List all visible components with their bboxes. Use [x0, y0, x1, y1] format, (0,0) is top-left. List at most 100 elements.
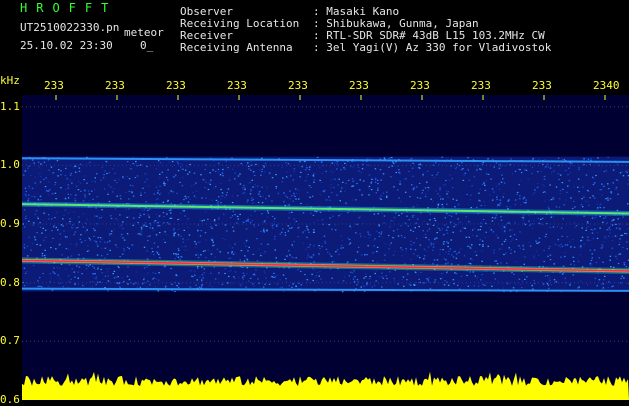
noise-dot: [32, 188, 34, 189]
noise-dot: [84, 175, 86, 176]
noise-dot: [427, 224, 429, 225]
mode-label: meteor: [124, 27, 164, 39]
noise-dot: [434, 218, 436, 219]
noise-dot: [437, 227, 439, 228]
noise-dot: [500, 166, 502, 167]
noise-dot: [25, 194, 27, 195]
noise-dot: [371, 179, 373, 180]
noise-dot: [54, 273, 56, 274]
noise-dot: [102, 272, 104, 273]
noise-dot: [576, 225, 578, 226]
noise-dot: [360, 236, 362, 237]
noise-dot: [257, 260, 259, 261]
noise-dot: [510, 253, 512, 254]
noise-dot: [395, 270, 397, 271]
noise-dot: [250, 161, 252, 162]
noise-dot: [289, 198, 291, 199]
noise-dot: [76, 246, 78, 247]
noise-dot: [124, 240, 126, 241]
noise-dot: [85, 196, 87, 197]
noise-dot: [257, 186, 259, 187]
noise-dot: [509, 206, 511, 207]
noise-dot: [291, 287, 293, 288]
noise-dot: [96, 216, 98, 217]
noise-dot: [328, 224, 330, 225]
noise-dot: [114, 277, 116, 278]
noise-dot: [340, 214, 342, 215]
noise-dot: [358, 171, 360, 172]
noise-dot: [466, 216, 468, 217]
noise-dot: [60, 174, 62, 175]
noise-dot: [532, 223, 534, 224]
noise-dot: [79, 171, 81, 172]
noise-dot: [305, 249, 307, 250]
noise-dot: [462, 168, 464, 169]
noise-dot: [469, 237, 471, 238]
noise-dot: [40, 176, 42, 177]
noise-dot: [94, 240, 96, 241]
noise-dot: [232, 251, 234, 252]
noise-dot: [132, 244, 134, 245]
noise-dot: [436, 238, 438, 239]
noise-dot: [56, 227, 58, 228]
noise-dot: [309, 167, 311, 168]
noise-dot: [23, 175, 25, 176]
noise-dot: [323, 191, 325, 192]
noise-dot: [145, 201, 147, 202]
noise-dot: [54, 184, 56, 185]
noise-dot: [378, 213, 380, 214]
noise-dot: [519, 198, 521, 199]
noise-dot: [497, 206, 499, 207]
noise-dot: [547, 256, 549, 257]
noise-dot: [435, 162, 437, 163]
noise-dot: [167, 169, 169, 170]
noise-dot: [43, 213, 45, 214]
noise-dot: [442, 228, 444, 229]
noise-dot: [500, 216, 502, 217]
noise-dot: [357, 167, 359, 168]
noise-dot: [218, 196, 220, 197]
noise-dot: [65, 168, 67, 169]
noise-dot: [444, 225, 446, 226]
noise-dot: [260, 196, 262, 197]
noise-dot: [258, 225, 260, 226]
noise-dot: [601, 194, 603, 195]
noise-dot: [127, 233, 129, 234]
noise-dot: [504, 241, 506, 242]
noise-dot: [586, 175, 588, 176]
noise-dot: [392, 237, 394, 238]
noise-dot: [502, 244, 504, 245]
noise-dot: [240, 284, 242, 285]
noise-dot: [587, 201, 589, 202]
noise-dot: [282, 177, 284, 178]
noise-dot: [305, 169, 307, 170]
noise-dot: [435, 220, 437, 221]
noise-dot: [532, 159, 534, 160]
noise-dot: [42, 273, 44, 274]
noise-dot: [627, 248, 629, 249]
noise-dot: [444, 184, 446, 185]
noise-dot: [352, 200, 354, 201]
noise-dot: [333, 261, 335, 262]
noise-dot: [388, 248, 390, 249]
noise-dot: [170, 212, 172, 213]
noise-dot: [300, 203, 302, 204]
noise-dot: [570, 173, 572, 174]
noise-dot: [233, 211, 235, 212]
noise-dot: [53, 268, 55, 269]
noise-dot: [623, 277, 625, 278]
noise-dot: [269, 173, 271, 174]
noise-dot: [83, 200, 85, 201]
noise-dot: [374, 238, 376, 239]
noise-dot: [52, 193, 54, 194]
noise-dot: [197, 231, 199, 232]
noise-dot: [511, 272, 513, 273]
noise-dot: [329, 217, 331, 218]
noise-dot: [178, 170, 180, 171]
noise-dot: [139, 233, 141, 234]
noise-dot: [217, 201, 219, 202]
noise-dot: [342, 240, 344, 241]
noise-dot: [534, 220, 536, 221]
noise-dot: [308, 232, 310, 233]
noise-dot: [113, 273, 115, 274]
